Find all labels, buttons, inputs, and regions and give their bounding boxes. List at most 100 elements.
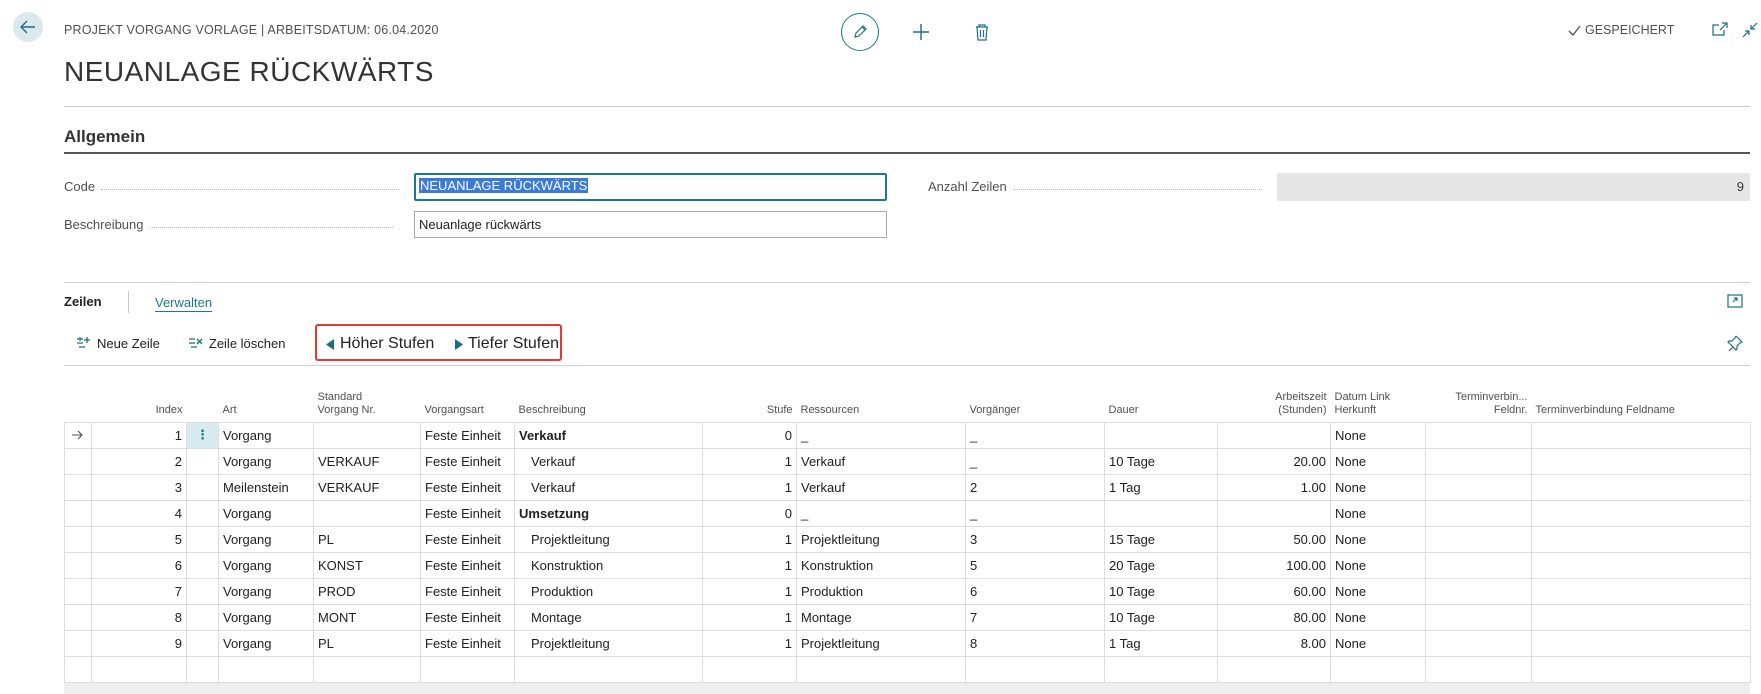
- cell-standard-no[interactable]: [313, 421, 421, 449]
- column-header-art[interactable]: Art: [219, 384, 314, 422]
- cell-duration[interactable]: 20 Tage: [1104, 551, 1218, 579]
- cell-index[interactable]: 3: [91, 473, 187, 501]
- cell-description[interactable]: Montage: [514, 603, 703, 631]
- cell-standard-no[interactable]: [313, 499, 421, 527]
- cell-term-field-no[interactable]: [1425, 603, 1532, 631]
- cell-resources[interactable]: _: [796, 421, 966, 449]
- table-row[interactable]: 1 ⋮ Vorgang Feste Einheit Verkauf 0 _ _ None: [64, 421, 1751, 449]
- row-menu[interactable]: [186, 525, 219, 553]
- cell-description[interactable]: Projektleitung: [514, 525, 703, 553]
- cell-hours[interactable]: [1217, 499, 1331, 527]
- cell-standard-no[interactable]: PL: [313, 629, 421, 657]
- cell-term-field-no[interactable]: [1425, 473, 1532, 501]
- cell-description[interactable]: Umsetzung: [514, 499, 703, 527]
- cell-standard-no[interactable]: VERKAUF: [313, 473, 421, 501]
- cell-level[interactable]: 1: [702, 525, 797, 553]
- pin-button[interactable]: [1727, 335, 1744, 356]
- cell-index[interactable]: 1: [91, 421, 187, 449]
- row-menu[interactable]: [186, 551, 219, 579]
- cell-duration[interactable]: 1 Tag: [1104, 629, 1218, 657]
- row-selector[interactable]: [64, 473, 92, 501]
- code-field[interactable]: NEUANLAGE RÜCKWÄRTS: [414, 173, 887, 201]
- column-header-term-field-no[interactable]: Terminverbin... Feldnr.: [1426, 384, 1532, 422]
- cell-art[interactable]: Vorgang: [218, 603, 314, 631]
- cell-term-field-name[interactable]: [1531, 473, 1751, 501]
- new-line-button[interactable]: Neue Zeile: [76, 336, 160, 351]
- row-selector[interactable]: [64, 577, 92, 605]
- cell-resources[interactable]: [796, 655, 966, 683]
- cell-hours[interactable]: 8.00: [1217, 629, 1331, 657]
- cell-date-link[interactable]: None: [1330, 473, 1426, 501]
- cell-description[interactable]: Verkauf: [514, 473, 703, 501]
- cell-date-link[interactable]: None: [1330, 421, 1426, 449]
- cell-predecessor[interactable]: _: [965, 447, 1105, 475]
- cell-predecessor[interactable]: 5: [965, 551, 1105, 579]
- cell-level[interactable]: [702, 655, 797, 683]
- row-selector[interactable]: [64, 525, 92, 553]
- open-new-window-button[interactable]: [1712, 22, 1728, 41]
- cell-type[interactable]: Feste Einheit: [420, 603, 515, 631]
- cell-predecessor[interactable]: [965, 655, 1105, 683]
- expand-part-button[interactable]: [1727, 294, 1743, 313]
- cell-hours[interactable]: 60.00: [1217, 577, 1331, 605]
- cell-date-link[interactable]: None: [1330, 447, 1426, 475]
- cell-duration[interactable]: [1104, 421, 1218, 449]
- cell-index[interactable]: 8: [91, 603, 187, 631]
- row-selector[interactable]: [64, 603, 92, 631]
- cell-level[interactable]: 1: [702, 577, 797, 605]
- cell-duration[interactable]: 10 Tage: [1104, 577, 1218, 605]
- cell-term-field-name[interactable]: [1531, 551, 1751, 579]
- collapse-button[interactable]: [1742, 22, 1758, 43]
- back-button[interactable]: [13, 12, 43, 42]
- cell-resources[interactable]: _: [796, 499, 966, 527]
- table-row[interactable]: 3 Meilenstein VERKAUF Feste Einheit Verkauf 1…: [64, 473, 1751, 501]
- cell-resources[interactable]: Verkauf: [796, 473, 966, 501]
- cell-art[interactable]: Vorgang: [218, 577, 314, 605]
- cell-index[interactable]: 5: [91, 525, 187, 553]
- cell-resources[interactable]: Montage: [796, 603, 966, 631]
- cell-term-field-no[interactable]: [1425, 447, 1532, 475]
- cell-date-link[interactable]: None: [1330, 525, 1426, 553]
- cell-predecessor[interactable]: 3: [965, 525, 1105, 553]
- tab-lines[interactable]: Zeilen: [64, 294, 102, 309]
- cell-hours[interactable]: 50.00: [1217, 525, 1331, 553]
- cell-predecessor[interactable]: 6: [965, 577, 1105, 605]
- cell-term-field-name[interactable]: [1531, 525, 1751, 553]
- cell-art[interactable]: Vorgang: [218, 551, 314, 579]
- cell-predecessor[interactable]: _: [965, 421, 1105, 449]
- cell-standard-no[interactable]: PROD: [313, 577, 421, 605]
- column-header-type[interactable]: Vorgangsart: [421, 384, 515, 422]
- cell-level[interactable]: 1: [702, 629, 797, 657]
- cell-type[interactable]: Feste Einheit: [420, 473, 515, 501]
- column-header-predecessor[interactable]: Vorgänger: [966, 384, 1105, 422]
- cell-resources[interactable]: Verkauf: [796, 447, 966, 475]
- row-selector[interactable]: [64, 447, 92, 475]
- column-header-standard-no[interactable]: Standard Vorgang Nr.: [314, 384, 421, 422]
- cell-standard-no[interactable]: VERKAUF: [313, 447, 421, 475]
- cell-duration[interactable]: 10 Tage: [1104, 447, 1218, 475]
- cell-resources[interactable]: Projektleitung: [796, 629, 966, 657]
- column-header-description[interactable]: Beschreibung: [515, 384, 703, 422]
- cell-description[interactable]: [514, 655, 703, 683]
- delete-line-button[interactable]: Zeile löschen: [188, 336, 285, 351]
- column-header-hours[interactable]: Arbeitszeit (Stunden): [1218, 384, 1331, 422]
- cell-type[interactable]: Feste Einheit: [420, 499, 515, 527]
- cell-description[interactable]: Projektleitung: [514, 629, 703, 657]
- column-header-resources[interactable]: Ressourcen: [797, 384, 966, 422]
- cell-term-field-name[interactable]: [1531, 577, 1751, 605]
- cell-term-field-no[interactable]: [1425, 577, 1532, 605]
- cell-date-link[interactable]: [1330, 655, 1426, 683]
- cell-date-link[interactable]: None: [1330, 551, 1426, 579]
- cell-art[interactable]: Vorgang: [218, 525, 314, 553]
- delete-button[interactable]: [971, 21, 993, 43]
- cell-predecessor[interactable]: 8: [965, 629, 1105, 657]
- cell-level[interactable]: 1: [702, 447, 797, 475]
- cell-level[interactable]: 1: [702, 551, 797, 579]
- cell-duration[interactable]: [1104, 499, 1218, 527]
- cell-description[interactable]: Verkauf: [514, 447, 703, 475]
- cell-description[interactable]: Konstruktion: [514, 551, 703, 579]
- promote-button[interactable]: Höher Stufen: [326, 335, 434, 353]
- cell-resources[interactable]: Konstruktion: [796, 551, 966, 579]
- tab-manage[interactable]: Verwalten: [155, 295, 213, 312]
- cell-date-link[interactable]: None: [1330, 629, 1426, 657]
